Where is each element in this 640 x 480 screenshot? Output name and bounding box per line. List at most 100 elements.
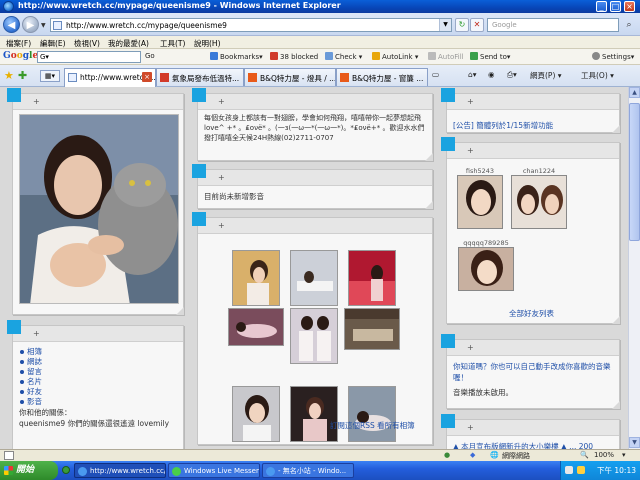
google-go-button[interactable]: Go <box>145 52 155 60</box>
friend-card[interactable]: qqqqq789285 <box>455 239 517 291</box>
music-question-link[interactable]: 你知道嗎？你也可以自己動手改成你喜歡的音樂喔！ <box>453 361 613 383</box>
tab-weather[interactable]: 氣象局發布低溫特... <box>156 68 244 86</box>
bq-icon <box>248 73 257 82</box>
quick-launch-icon[interactable] <box>62 466 70 474</box>
send-to-button[interactable]: Send to▾ <box>470 52 510 61</box>
google-search-value[interactable]: G▾ <box>40 53 49 61</box>
add-favorite-icon[interactable]: ✚ <box>18 69 27 82</box>
album-thumbnail[interactable] <box>344 308 400 350</box>
close-button[interactable]: × <box>624 1 635 12</box>
expand-icon[interactable]: + <box>467 423 474 432</box>
search-icon[interactable]: ⌕ <box>621 18 637 32</box>
print-icon[interactable]: ⎙▾ <box>507 70 517 80</box>
nav-item-guestbook[interactable]: 留言 <box>19 367 177 377</box>
tab-bq-lighting[interactable]: B&Q特力屋 - 燈具 / ... <box>244 68 336 86</box>
home-icon[interactable]: ⌂▾ <box>468 70 477 79</box>
popup-blocker-button[interactable]: 38 blocked <box>270 52 318 61</box>
clock[interactable]: 下午 10:13 <box>597 465 636 476</box>
google-search-input[interactable]: G▾ <box>37 51 141 63</box>
start-button[interactable]: 開始 <box>0 461 58 480</box>
autolink-button[interactable]: AutoLink ▾ <box>372 52 418 61</box>
nav-item-album[interactable]: 相簿 <box>19 347 177 357</box>
tray-volume-icon[interactable] <box>577 466 585 474</box>
new-tab-icon[interactable]: ▭ <box>432 70 439 79</box>
album-rss-link[interactable]: 訂閱這個RSS 看所有相簿 <box>330 420 415 432</box>
album-thumbnail[interactable] <box>232 250 280 306</box>
menu-tools[interactable]: 工具(T) <box>160 38 185 49</box>
zoom-dropdown-icon[interactable]: ▾ <box>622 451 626 459</box>
autofill-button[interactable]: AutoFill <box>428 52 464 61</box>
address-url[interactable]: http://www.wretch.cc/mypage/queenisme9 <box>66 21 227 30</box>
menu-edit[interactable]: 編輯(E) <box>40 38 66 49</box>
address-dropdown-icon[interactable]: ▼ <box>439 19 451 31</box>
album-thumbnail[interactable] <box>290 386 338 442</box>
friend-avatar[interactable] <box>457 175 503 229</box>
expand-icon[interactable]: + <box>33 329 40 338</box>
page-menu[interactable]: 網頁(P) ▾ <box>530 70 562 81</box>
tab-bq-curtain[interactable]: B&Q特力屋 - 窗簾 ... <box>336 68 428 86</box>
autofill-label: AutoFill <box>438 53 464 61</box>
spellcheck-button[interactable]: Check ▾ <box>325 52 362 61</box>
refresh-icon[interactable]: ↻ <box>455 18 469 32</box>
favorites-star-icon[interactable]: ★ <box>4 69 14 82</box>
history-dropdown-icon[interactable]: ▼ <box>41 22 46 29</box>
friend-card[interactable]: chan1224 <box>509 167 569 229</box>
vertical-scrollbar[interactable]: ▲ ▼ <box>628 87 640 449</box>
bookmarks-button[interactable]: Bookmarks▾ <box>210 52 263 61</box>
tools-menu[interactable]: 工具(O) ▾ <box>581 70 614 81</box>
menu-view[interactable]: 檢視(V) <box>74 38 100 49</box>
taskbar-button-messenger[interactable]: Windows Live Messen... <box>168 463 260 478</box>
expand-icon[interactable]: + <box>218 221 225 230</box>
menu-help[interactable]: 說明(H) <box>194 38 221 49</box>
google-settings-button[interactable]: Settings▾ <box>592 52 634 61</box>
maximize-button[interactable]: □ <box>610 1 621 12</box>
album-thumbnail[interactable] <box>290 308 338 364</box>
friend-name[interactable]: chan1224 <box>509 167 569 175</box>
nav-item-blog[interactable]: 網誌 <box>19 357 177 367</box>
ie-search-input[interactable]: Google <box>487 18 619 32</box>
scroll-down-icon[interactable]: ▼ <box>629 437 640 448</box>
expand-icon[interactable]: + <box>33 97 40 106</box>
zoom-icon[interactable]: 🔍 <box>580 451 589 459</box>
close-tab-icon[interactable]: × <box>142 72 152 82</box>
friend-name[interactable]: fish5243 <box>455 167 505 175</box>
scroll-up-icon[interactable]: ▲ <box>629 87 640 98</box>
nav-item-card[interactable]: 名片 <box>19 377 177 387</box>
taskbar-button-wretch[interactable]: - 無名小站 - Windo... <box>262 463 354 478</box>
tray-network-icon[interactable] <box>565 466 573 474</box>
back-button[interactable]: ◀ <box>3 16 20 33</box>
expand-icon[interactable]: + <box>467 343 474 352</box>
menu-favorites[interactable]: 我的最愛(A) <box>108 38 149 49</box>
panel-accent <box>192 88 206 102</box>
album-thumbnail[interactable] <box>228 308 284 346</box>
friend-name[interactable]: qqqqq789285 <box>455 239 517 247</box>
stop-icon[interactable]: ✕ <box>470 18 484 32</box>
nav-item-friends[interactable]: 好友 <box>19 387 177 397</box>
all-friends-link[interactable]: 全部好友列表 <box>509 308 554 320</box>
minimize-button[interactable]: _ <box>596 1 607 12</box>
scrollbar-thumb[interactable] <box>629 103 640 241</box>
expand-icon[interactable]: + <box>467 146 474 155</box>
nav-item-video[interactable]: 影音 <box>19 397 177 407</box>
album-thumbnail[interactable] <box>348 386 396 442</box>
bottom-right-link[interactable]: ▲ 本月宣布版網新升的大小樂樓 ▲ ... 200 <box>453 441 613 449</box>
address-bar[interactable]: http://www.wretch.cc/mypage/queenisme9 ▼ <box>50 18 452 32</box>
menu-file[interactable]: 檔案(F) <box>6 38 31 49</box>
album-thumbnail[interactable] <box>348 250 396 306</box>
zoom-level[interactable]: 100% <box>594 451 614 459</box>
friend-avatar[interactable] <box>511 175 567 229</box>
profile-photo[interactable] <box>19 114 179 304</box>
notice-link[interactable]: [公告] 簡體列於1/15新增功能 <box>453 120 613 132</box>
forward-button[interactable]: ▶ <box>22 16 39 33</box>
tab-wretch[interactable]: http://www.wretch... × <box>64 68 156 87</box>
expand-icon[interactable]: + <box>218 173 225 182</box>
feeds-icon[interactable]: ◉ <box>488 70 495 79</box>
quick-tabs-button[interactable]: ▦▾ <box>40 70 60 82</box>
expand-icon[interactable]: + <box>218 97 225 106</box>
taskbar-button-ie[interactable]: http://www.wretch.cc/... <box>74 463 166 478</box>
album-thumbnail[interactable] <box>232 386 280 442</box>
friend-avatar[interactable] <box>458 247 514 291</box>
friend-card[interactable]: fish5243 <box>455 167 505 229</box>
album-thumbnail[interactable] <box>290 250 338 306</box>
expand-icon[interactable]: + <box>467 97 474 106</box>
